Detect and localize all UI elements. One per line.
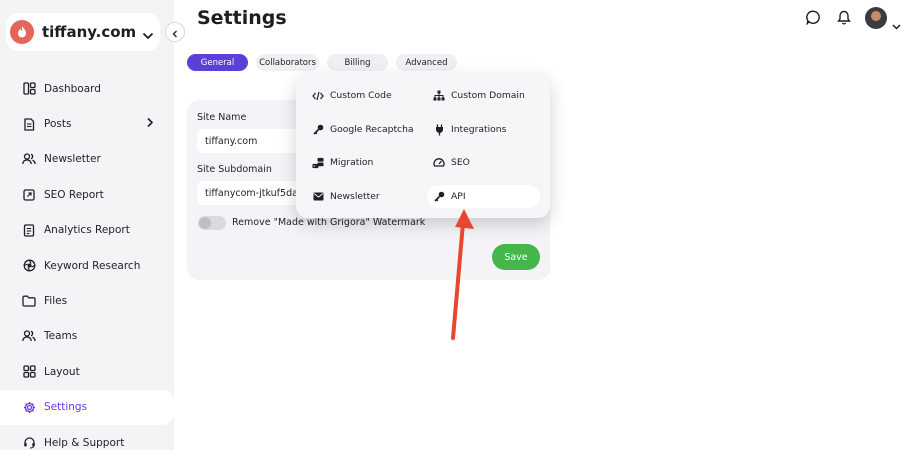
avatar[interactable]	[865, 7, 887, 29]
menu-item-label: Custom Code	[330, 90, 392, 101]
database-icon	[312, 157, 324, 169]
collapse-sidebar-button[interactable]	[165, 22, 185, 42]
sidebar-item-teams[interactable]: Teams	[0, 319, 174, 354]
menu-item-label: Google Recaptcha	[330, 124, 414, 135]
sidebar-item-dashboard[interactable]: Dashboard	[0, 71, 174, 106]
watermark-toggle[interactable]	[198, 216, 226, 230]
sidebar-item-label: Help & Support	[44, 436, 125, 449]
menu-item-custom-code[interactable]: Custom Code	[306, 84, 392, 107]
users-icon	[22, 152, 36, 166]
menu-item-google-recaptcha[interactable]: Google Recaptcha	[306, 118, 414, 141]
sidebar-item-seo-report[interactable]: SEO Report	[0, 177, 174, 212]
chevron-left-icon	[172, 23, 178, 42]
chevron-down-icon	[142, 25, 154, 44]
key-icon	[433, 191, 445, 203]
sidebar-item-help-support[interactable]: Help & Support	[0, 425, 174, 450]
sidebar-item-layout[interactable]: Layout	[0, 354, 174, 389]
subdomain-label: Site Subdomain	[197, 164, 272, 175]
menu-item-label: Integrations	[451, 124, 507, 135]
sidebar-item-label: Teams	[44, 330, 78, 343]
menu-item-label: SEO	[451, 157, 470, 168]
sidebar-item-files[interactable]: Files	[0, 283, 174, 318]
subdomain-input[interactable]: tiffanycom-jtkuf5da	[197, 181, 307, 205]
dashboard-icon	[22, 82, 36, 96]
headset-icon	[22, 436, 36, 450]
annotation-arrow	[451, 209, 474, 340]
chat-icon[interactable]	[806, 10, 821, 29]
sidebar-item-label: Files	[44, 295, 68, 308]
sidebar-item-newsletter[interactable]: Newsletter	[0, 142, 174, 177]
menu-item-seo[interactable]: SEO	[427, 151, 470, 174]
tab-billing[interactable]: Billing	[327, 54, 388, 71]
toggle-knob	[199, 217, 211, 229]
sidebar-item-settings[interactable]: Settings	[0, 389, 174, 425]
menu-item-migration[interactable]: Migration	[306, 151, 373, 174]
sidebar: tiffany.com Dashboard Posts Newsletter S…	[0, 0, 174, 450]
advanced-dropdown-menu: Custom Code Custom Domain Google Recaptc…	[296, 74, 550, 218]
sidebar-item-label: SEO Report	[44, 188, 104, 201]
envelope-icon	[312, 191, 324, 203]
menu-item-label: Migration	[330, 157, 374, 168]
menu-item-custom-domain[interactable]: Custom Domain	[427, 84, 525, 107]
sidebar-nav: Dashboard Posts Newsletter SEO Report An…	[0, 71, 174, 450]
document-icon	[22, 117, 36, 131]
sidebar-item-label: Newsletter	[44, 153, 101, 166]
team-icon	[22, 329, 36, 343]
save-button[interactable]: Save	[492, 244, 540, 270]
sidebar-item-label: Keyword Research	[44, 259, 141, 272]
bell-icon[interactable]	[837, 10, 851, 29]
site-name: tiffany.com	[42, 23, 137, 41]
sidebar-item-label: Analytics Report	[44, 224, 130, 237]
menu-item-label: Newsletter	[330, 191, 380, 202]
tab-advanced[interactable]: Advanced	[396, 54, 457, 71]
menu-item-label: API	[451, 191, 466, 202]
site-switcher[interactable]: tiffany.com	[6, 13, 160, 51]
site-logo-icon	[10, 20, 34, 44]
external-link-icon	[22, 188, 36, 202]
plug-icon	[433, 124, 445, 136]
chevron-down-icon[interactable]	[892, 15, 901, 34]
site-name-input[interactable]: tiffany.com	[197, 129, 307, 153]
key-icon	[312, 124, 324, 136]
menu-item-integrations[interactable]: Integrations	[427, 118, 506, 141]
watermark-label: Remove "Made with Grigora" Watermark	[232, 217, 426, 228]
report-icon	[22, 223, 36, 237]
menu-item-newsletter[interactable]: Newsletter	[306, 185, 380, 208]
aperture-icon	[22, 259, 36, 273]
sidebar-item-label: Posts	[44, 118, 72, 131]
code-icon	[312, 90, 324, 102]
sidebar-item-label: Layout	[44, 365, 80, 378]
gear-icon	[22, 400, 36, 414]
tab-general[interactable]: General	[187, 54, 248, 71]
sidebar-item-label: Settings	[44, 401, 88, 414]
site-name-label: Site Name	[197, 112, 247, 123]
chevron-right-icon[interactable]	[146, 117, 154, 131]
gauge-icon	[433, 157, 445, 169]
tab-collaborators[interactable]: Collaborators	[256, 54, 319, 71]
settings-tabs: General Collaborators Billing Advanced	[187, 54, 465, 71]
folder-icon	[22, 294, 36, 308]
sitemap-icon	[433, 90, 445, 102]
avatar-face	[871, 11, 881, 21]
page-title: Settings	[197, 7, 287, 29]
sidebar-item-analytics-report[interactable]: Analytics Report	[0, 213, 174, 248]
grid-icon	[22, 365, 36, 379]
sidebar-item-keyword-research[interactable]: Keyword Research	[0, 248, 174, 283]
menu-item-label: Custom Domain	[451, 90, 525, 101]
sidebar-item-posts[interactable]: Posts	[0, 106, 174, 141]
sidebar-item-label: Dashboard	[44, 82, 101, 95]
